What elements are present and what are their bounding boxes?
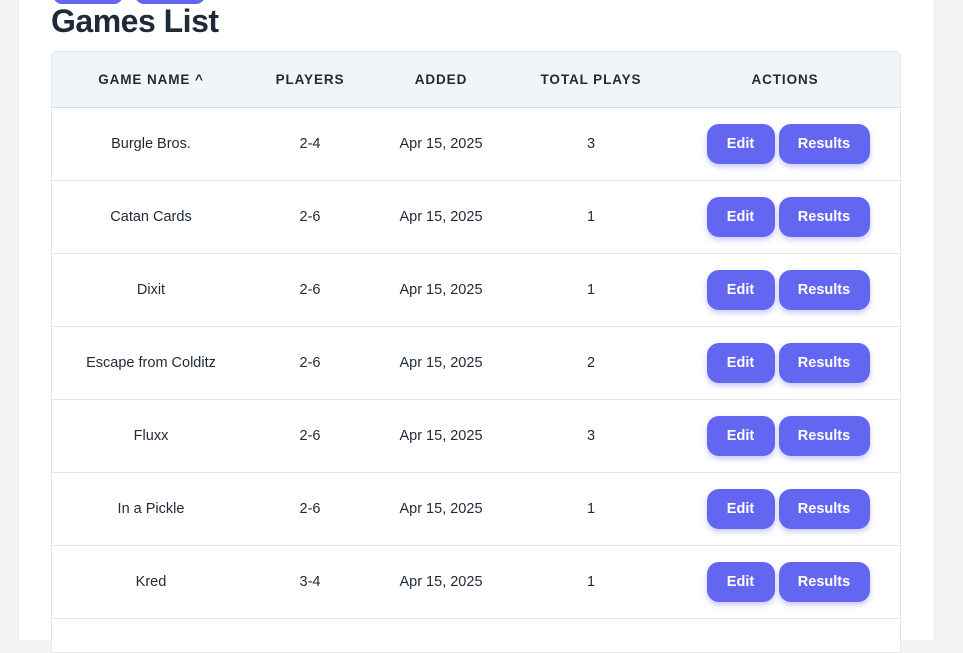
game-name-cell: Escape from Colditz (52, 326, 250, 400)
results-button[interactable]: Results (778, 342, 870, 383)
game-name-cell: Dixit (52, 253, 250, 327)
players-cell: 2-6 (250, 472, 370, 546)
edit-button[interactable]: Edit (706, 561, 775, 602)
column-header-added: ADDED (370, 52, 512, 108)
added-cell: Apr 15, 2025 (370, 399, 512, 473)
game-name-cell: Catan Cards (52, 180, 250, 254)
edit-button[interactable]: Edit (706, 123, 775, 164)
edit-button[interactable]: Edit (706, 342, 775, 383)
added-cell: Apr 15, 2025 (370, 545, 512, 619)
total-plays-cell: 3 (512, 107, 670, 181)
table-row: Kred 3-4 Apr 15, 2025 1 Edit Results (52, 545, 900, 619)
table-row: Escape from Colditz 2-6 Apr 15, 2025 2 E… (52, 326, 900, 400)
actions-cell: Edit Results (670, 107, 900, 181)
table-row: Dixit 2-6 Apr 15, 2025 1 Edit Results (52, 253, 900, 327)
added-cell: Apr 15, 2025 (370, 180, 512, 254)
table-row: Catan Cards 2-6 Apr 15, 2025 1 Edit Resu… (52, 180, 900, 254)
total-plays-cell: 1 (512, 472, 670, 546)
edit-button[interactable]: Edit (706, 488, 775, 529)
total-plays-cell: 3 (512, 399, 670, 473)
added-cell: Apr 15, 2025 (370, 253, 512, 327)
table-row: Fluxx 2-6 Apr 15, 2025 3 Edit Results (52, 399, 900, 473)
column-header-total-plays: TOTAL PLAYS (512, 52, 670, 108)
edit-button[interactable]: Edit (706, 196, 775, 237)
column-header-game-name[interactable]: GAME NAME ^ (52, 52, 250, 108)
results-button[interactable]: Results (778, 269, 870, 310)
players-cell: 2-6 (250, 326, 370, 400)
actions-cell: Edit Results (670, 399, 900, 473)
column-header-actions: ACTIONS (670, 52, 900, 108)
players-cell: 2-4 (250, 107, 370, 181)
total-plays-cell: 2 (512, 326, 670, 400)
actions-cell: Edit Results (670, 472, 900, 546)
actions-cell: Edit Results (670, 545, 900, 619)
game-name-cell: Fluxx (52, 399, 250, 473)
players-cell: 2-6 (250, 253, 370, 327)
edit-button[interactable]: Edit (706, 269, 775, 310)
results-button[interactable]: Results (778, 196, 870, 237)
players-cell: 2-6 (250, 399, 370, 473)
added-cell: Apr 15, 2025 (370, 107, 512, 181)
players-cell: 2-6 (250, 180, 370, 254)
results-button[interactable]: Results (778, 415, 870, 456)
game-name-cell: Burgle Bros. (52, 107, 250, 181)
game-name-cell: Kred (52, 545, 250, 619)
results-button[interactable]: Results (778, 561, 870, 602)
added-cell: Apr 15, 2025 (370, 326, 512, 400)
results-button[interactable]: Results (778, 488, 870, 529)
actions-cell: Edit Results (670, 253, 900, 327)
actions-cell: Edit Results (670, 326, 900, 400)
total-plays-cell: 1 (512, 253, 670, 327)
table-header-row: GAME NAME ^ PLAYERS ADDED TOTAL PLAYS AC… (52, 52, 900, 108)
results-button[interactable]: Results (778, 123, 870, 164)
players-cell: 3-4 (250, 545, 370, 619)
game-name-cell: In a Pickle (52, 472, 250, 546)
table-row: Burgle Bros. 2-4 Apr 15, 2025 3 Edit Res… (52, 107, 900, 181)
total-plays-cell: 1 (512, 545, 670, 619)
column-header-players: PLAYERS (250, 52, 370, 108)
games-table: GAME NAME ^ PLAYERS ADDED TOTAL PLAYS AC… (51, 51, 901, 653)
added-cell: Apr 15, 2025 (370, 472, 512, 546)
edit-button[interactable]: Edit (706, 415, 775, 456)
total-plays-cell: 1 (512, 180, 670, 254)
page-title: Games List (51, 3, 219, 39)
actions-cell: Edit Results (670, 180, 900, 254)
table-row: In a Pickle 2-6 Apr 15, 2025 1 Edit Resu… (52, 472, 900, 546)
